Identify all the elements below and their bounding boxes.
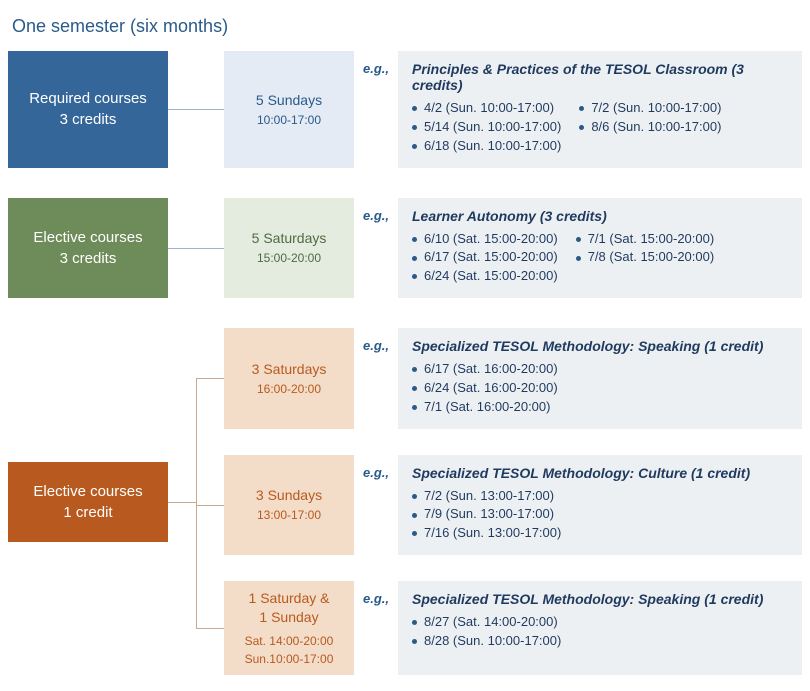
session-item: 8/6 (Sun. 10:00-17:00): [579, 118, 721, 137]
schedule-box: 3 Saturdays 16:00-20:00: [224, 328, 354, 429]
schedule-time: Sun.10:00-17:00: [245, 651, 334, 667]
eg-label: e.g.,: [354, 51, 398, 168]
session-list-col2: 7/2 (Sun. 10:00-17:00) 8/6 (Sun. 10:00-1…: [579, 99, 721, 156]
schedule-time: 13:00-17:00: [257, 507, 321, 523]
category-credits: 1 credit: [63, 502, 112, 523]
schedule-time: Sat. 14:00-20:00: [245, 633, 334, 649]
session-list: 7/2 (Sun. 13:00-17:00) 7/9 (Sun. 13:00-1…: [412, 487, 788, 544]
session-list-col1: 6/10 (Sat. 15:00-20:00) 6/17 (Sat. 15:00…: [412, 230, 558, 287]
category-elective-1: Elective courses 1 credit: [8, 462, 168, 542]
schedule-time: 16:00-20:00: [257, 381, 321, 397]
session-list: 6/17 (Sat. 16:00-20:00) 6/24 (Sat. 16:00…: [412, 360, 788, 417]
category-label: Elective courses: [33, 481, 142, 502]
schedule-time: 15:00-20:00: [257, 250, 321, 266]
branch-connector: [168, 328, 224, 675]
example-title: Specialized TESOL Methodology: Culture (…: [412, 465, 788, 481]
session-item: 7/2 (Sun. 13:00-17:00): [412, 487, 788, 506]
example-panel: Specialized TESOL Methodology: Culture (…: [398, 455, 802, 556]
page-title: One semester (six months): [8, 16, 802, 51]
example-title: Principles & Practices of the TESOL Clas…: [412, 61, 788, 93]
category-credits: 3 credits: [60, 109, 117, 130]
session-item: 7/2 (Sun. 10:00-17:00): [579, 99, 721, 118]
schedule-box: 5 Sundays 10:00-17:00: [224, 51, 354, 168]
schedule-days: 1 Sunday: [259, 608, 318, 627]
connector-line: [168, 198, 224, 299]
example-panel: Specialized TESOL Methodology: Speaking …: [398, 328, 802, 429]
session-item: 7/9 (Sun. 13:00-17:00): [412, 505, 788, 524]
session-item: 6/10 (Sat. 15:00-20:00): [412, 230, 558, 249]
schedule-days: 3 Saturdays: [252, 360, 327, 379]
connector-line: [168, 51, 224, 168]
row-required: Required courses 3 credits 5 Sundays 10:…: [8, 51, 802, 168]
session-list: 8/27 (Sat. 14:00-20:00) 8/28 (Sun. 10:00…: [412, 613, 788, 651]
schedule-box: 1 Saturday & 1 Sunday Sat. 14:00-20:00 S…: [224, 581, 354, 675]
session-list-col2: 7/1 (Sat. 15:00-20:00) 7/8 (Sat. 15:00-2…: [576, 230, 714, 287]
session-item: 7/1 (Sat. 15:00-20:00): [576, 230, 714, 249]
eg-label: e.g.,: [354, 198, 398, 299]
session-item: 6/18 (Sun. 10:00-17:00): [412, 137, 561, 156]
schedule-days: 3 Sundays: [256, 486, 322, 505]
sub-row: 3 Sundays 13:00-17:00 e.g., Specialized …: [224, 455, 802, 556]
eg-label: e.g.,: [354, 581, 398, 675]
category-label: Required courses: [29, 88, 147, 109]
schedule-days: 5 Saturdays: [252, 229, 327, 248]
category-elective-3: Elective courses 3 credits: [8, 198, 168, 299]
session-item: 7/1 (Sat. 16:00-20:00): [412, 398, 788, 417]
schedule-time: 10:00-17:00: [257, 112, 321, 128]
session-item: 6/24 (Sat. 15:00-20:00): [412, 267, 558, 286]
eg-label: e.g.,: [354, 328, 398, 429]
schedule-days: 1 Saturday &: [249, 589, 330, 608]
category-label: Elective courses: [33, 227, 142, 248]
session-item: 6/17 (Sat. 16:00-20:00): [412, 360, 788, 379]
row-elective-3: Elective courses 3 credits 5 Saturdays 1…: [8, 198, 802, 299]
example-title: Specialized TESOL Methodology: Speaking …: [412, 591, 788, 607]
example-panel: Learner Autonomy (3 credits) 6/10 (Sat. …: [398, 198, 802, 299]
session-item: 4/2 (Sun. 10:00-17:00): [412, 99, 561, 118]
example-panel: Specialized TESOL Methodology: Speaking …: [398, 581, 802, 675]
session-list-col1: 4/2 (Sun. 10:00-17:00) 5/14 (Sun. 10:00-…: [412, 99, 561, 156]
schedule-box: 3 Sundays 13:00-17:00: [224, 455, 354, 556]
sub-row: 3 Saturdays 16:00-20:00 e.g., Specialize…: [224, 328, 802, 429]
schedule-days: 5 Sundays: [256, 91, 322, 110]
schedule-box: 5 Saturdays 15:00-20:00: [224, 198, 354, 299]
session-item: 8/28 (Sun. 10:00-17:00): [412, 632, 788, 651]
example-title: Learner Autonomy (3 credits): [412, 208, 788, 224]
example-panel: Principles & Practices of the TESOL Clas…: [398, 51, 802, 168]
session-item: 7/16 (Sun. 13:00-17:00): [412, 524, 788, 543]
category-credits: 3 credits: [60, 248, 117, 269]
session-item: 7/8 (Sat. 15:00-20:00): [576, 248, 714, 267]
session-item: 6/24 (Sat. 16:00-20:00): [412, 379, 788, 398]
session-item: 8/27 (Sat. 14:00-20:00): [412, 613, 788, 632]
eg-label: e.g.,: [354, 455, 398, 556]
category-required: Required courses 3 credits: [8, 51, 168, 168]
session-item: 5/14 (Sun. 10:00-17:00): [412, 118, 561, 137]
row-elective-1: Elective courses 1 credit 3 Saturdays 16…: [8, 328, 802, 675]
example-title: Specialized TESOL Methodology: Speaking …: [412, 338, 788, 354]
session-item: 6/17 (Sat. 15:00-20:00): [412, 248, 558, 267]
sub-row: 1 Saturday & 1 Sunday Sat. 14:00-20:00 S…: [224, 581, 802, 675]
